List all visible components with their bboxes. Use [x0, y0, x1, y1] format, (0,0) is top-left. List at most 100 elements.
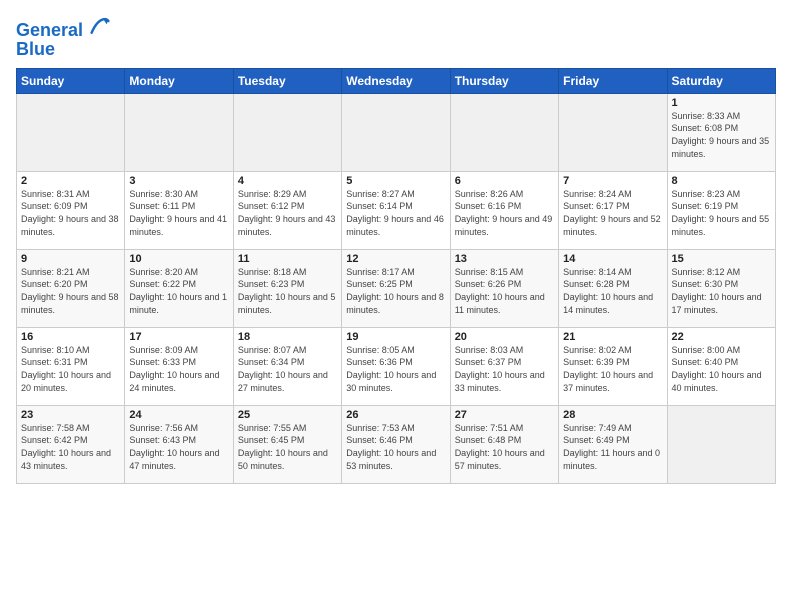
calendar-cell: 24Sunrise: 7:56 AM Sunset: 6:43 PM Dayli… — [125, 405, 233, 483]
week-row-1: 1Sunrise: 8:33 AM Sunset: 6:08 PM Daylig… — [17, 93, 776, 171]
day-info: Sunrise: 7:56 AM Sunset: 6:43 PM Dayligh… — [129, 422, 228, 472]
day-info: Sunrise: 8:10 AM Sunset: 6:31 PM Dayligh… — [21, 344, 120, 394]
day-info: Sunrise: 8:26 AM Sunset: 6:16 PM Dayligh… — [455, 188, 554, 238]
day-number: 28 — [563, 409, 662, 421]
calendar-cell: 12Sunrise: 8:17 AM Sunset: 6:25 PM Dayli… — [342, 249, 450, 327]
calendar-cell: 2Sunrise: 8:31 AM Sunset: 6:09 PM Daylig… — [17, 171, 125, 249]
calendar-cell: 13Sunrise: 8:15 AM Sunset: 6:26 PM Dayli… — [450, 249, 558, 327]
day-number: 7 — [563, 175, 662, 187]
calendar-cell — [17, 93, 125, 171]
calendar-cell: 17Sunrise: 8:09 AM Sunset: 6:33 PM Dayli… — [125, 327, 233, 405]
logo: General Blue — [16, 16, 110, 60]
calendar-cell: 1Sunrise: 8:33 AM Sunset: 6:08 PM Daylig… — [667, 93, 775, 171]
day-number: 6 — [455, 175, 554, 187]
calendar-cell: 28Sunrise: 7:49 AM Sunset: 6:49 PM Dayli… — [559, 405, 667, 483]
calendar-cell: 8Sunrise: 8:23 AM Sunset: 6:19 PM Daylig… — [667, 171, 775, 249]
weekday-header-sunday: Sunday — [17, 68, 125, 93]
calendar-cell — [233, 93, 341, 171]
day-info: Sunrise: 8:02 AM Sunset: 6:39 PM Dayligh… — [563, 344, 662, 394]
day-info: Sunrise: 8:09 AM Sunset: 6:33 PM Dayligh… — [129, 344, 228, 394]
calendar-cell: 15Sunrise: 8:12 AM Sunset: 6:30 PM Dayli… — [667, 249, 775, 327]
logo-icon — [90, 16, 110, 36]
week-row-4: 16Sunrise: 8:10 AM Sunset: 6:31 PM Dayli… — [17, 327, 776, 405]
calendar-cell — [667, 405, 775, 483]
day-number: 17 — [129, 331, 228, 343]
day-number: 22 — [672, 331, 771, 343]
day-number: 2 — [21, 175, 120, 187]
day-info: Sunrise: 8:23 AM Sunset: 6:19 PM Dayligh… — [672, 188, 771, 238]
day-number: 11 — [238, 253, 337, 265]
day-number: 23 — [21, 409, 120, 421]
day-number: 13 — [455, 253, 554, 265]
day-info: Sunrise: 8:14 AM Sunset: 6:28 PM Dayligh… — [563, 266, 662, 316]
calendar-cell — [559, 93, 667, 171]
calendar-cell: 19Sunrise: 8:05 AM Sunset: 6:36 PM Dayli… — [342, 327, 450, 405]
weekday-header-thursday: Thursday — [450, 68, 558, 93]
day-number: 14 — [563, 253, 662, 265]
day-info: Sunrise: 8:33 AM Sunset: 6:08 PM Dayligh… — [672, 110, 771, 160]
calendar-cell: 5Sunrise: 8:27 AM Sunset: 6:14 PM Daylig… — [342, 171, 450, 249]
calendar-cell: 27Sunrise: 7:51 AM Sunset: 6:48 PM Dayli… — [450, 405, 558, 483]
day-number: 4 — [238, 175, 337, 187]
logo-text: General — [16, 16, 110, 41]
weekday-header-row: SundayMondayTuesdayWednesdayThursdayFrid… — [17, 68, 776, 93]
calendar-cell: 22Sunrise: 8:00 AM Sunset: 6:40 PM Dayli… — [667, 327, 775, 405]
day-number: 12 — [346, 253, 445, 265]
weekday-header-friday: Friday — [559, 68, 667, 93]
calendar-cell: 21Sunrise: 8:02 AM Sunset: 6:39 PM Dayli… — [559, 327, 667, 405]
calendar-cell — [450, 93, 558, 171]
day-info: Sunrise: 7:58 AM Sunset: 6:42 PM Dayligh… — [21, 422, 120, 472]
calendar-cell: 10Sunrise: 8:20 AM Sunset: 6:22 PM Dayli… — [125, 249, 233, 327]
day-number: 3 — [129, 175, 228, 187]
day-info: Sunrise: 8:20 AM Sunset: 6:22 PM Dayligh… — [129, 266, 228, 316]
day-number: 10 — [129, 253, 228, 265]
week-row-5: 23Sunrise: 7:58 AM Sunset: 6:42 PM Dayli… — [17, 405, 776, 483]
calendar-cell: 3Sunrise: 8:30 AM Sunset: 6:11 PM Daylig… — [125, 171, 233, 249]
day-info: Sunrise: 8:05 AM Sunset: 6:36 PM Dayligh… — [346, 344, 445, 394]
calendar-cell — [342, 93, 450, 171]
day-info: Sunrise: 8:30 AM Sunset: 6:11 PM Dayligh… — [129, 188, 228, 238]
day-info: Sunrise: 7:53 AM Sunset: 6:46 PM Dayligh… — [346, 422, 445, 472]
calendar-cell: 18Sunrise: 8:07 AM Sunset: 6:34 PM Dayli… — [233, 327, 341, 405]
day-number: 25 — [238, 409, 337, 421]
calendar-cell: 20Sunrise: 8:03 AM Sunset: 6:37 PM Dayli… — [450, 327, 558, 405]
day-number: 1 — [672, 97, 771, 109]
day-info: Sunrise: 8:15 AM Sunset: 6:26 PM Dayligh… — [455, 266, 554, 316]
weekday-header-saturday: Saturday — [667, 68, 775, 93]
day-number: 9 — [21, 253, 120, 265]
day-info: Sunrise: 8:24 AM Sunset: 6:17 PM Dayligh… — [563, 188, 662, 238]
day-info: Sunrise: 8:03 AM Sunset: 6:37 PM Dayligh… — [455, 344, 554, 394]
day-number: 20 — [455, 331, 554, 343]
calendar-cell: 6Sunrise: 8:26 AM Sunset: 6:16 PM Daylig… — [450, 171, 558, 249]
day-number: 21 — [563, 331, 662, 343]
day-number: 15 — [672, 253, 771, 265]
day-info: Sunrise: 7:49 AM Sunset: 6:49 PM Dayligh… — [563, 422, 662, 472]
weekday-header-tuesday: Tuesday — [233, 68, 341, 93]
calendar-cell: 11Sunrise: 8:18 AM Sunset: 6:23 PM Dayli… — [233, 249, 341, 327]
day-number: 27 — [455, 409, 554, 421]
day-number: 16 — [21, 331, 120, 343]
header: General Blue — [16, 16, 776, 60]
day-info: Sunrise: 8:21 AM Sunset: 6:20 PM Dayligh… — [21, 266, 120, 316]
day-info: Sunrise: 7:51 AM Sunset: 6:48 PM Dayligh… — [455, 422, 554, 472]
calendar-cell: 25Sunrise: 7:55 AM Sunset: 6:45 PM Dayli… — [233, 405, 341, 483]
day-number: 24 — [129, 409, 228, 421]
day-info: Sunrise: 8:31 AM Sunset: 6:09 PM Dayligh… — [21, 188, 120, 238]
calendar-table: SundayMondayTuesdayWednesdayThursdayFrid… — [16, 68, 776, 484]
day-info: Sunrise: 8:18 AM Sunset: 6:23 PM Dayligh… — [238, 266, 337, 316]
week-row-2: 2Sunrise: 8:31 AM Sunset: 6:09 PM Daylig… — [17, 171, 776, 249]
day-number: 5 — [346, 175, 445, 187]
day-info: Sunrise: 8:00 AM Sunset: 6:40 PM Dayligh… — [672, 344, 771, 394]
day-number: 19 — [346, 331, 445, 343]
calendar-cell: 26Sunrise: 7:53 AM Sunset: 6:46 PM Dayli… — [342, 405, 450, 483]
day-number: 18 — [238, 331, 337, 343]
day-info: Sunrise: 8:07 AM Sunset: 6:34 PM Dayligh… — [238, 344, 337, 394]
weekday-header-wednesday: Wednesday — [342, 68, 450, 93]
calendar-cell: 23Sunrise: 7:58 AM Sunset: 6:42 PM Dayli… — [17, 405, 125, 483]
logo-blue: Blue — [16, 39, 110, 60]
calendar-cell — [125, 93, 233, 171]
day-info: Sunrise: 8:12 AM Sunset: 6:30 PM Dayligh… — [672, 266, 771, 316]
weekday-header-monday: Monday — [125, 68, 233, 93]
day-info: Sunrise: 8:17 AM Sunset: 6:25 PM Dayligh… — [346, 266, 445, 316]
day-number: 26 — [346, 409, 445, 421]
